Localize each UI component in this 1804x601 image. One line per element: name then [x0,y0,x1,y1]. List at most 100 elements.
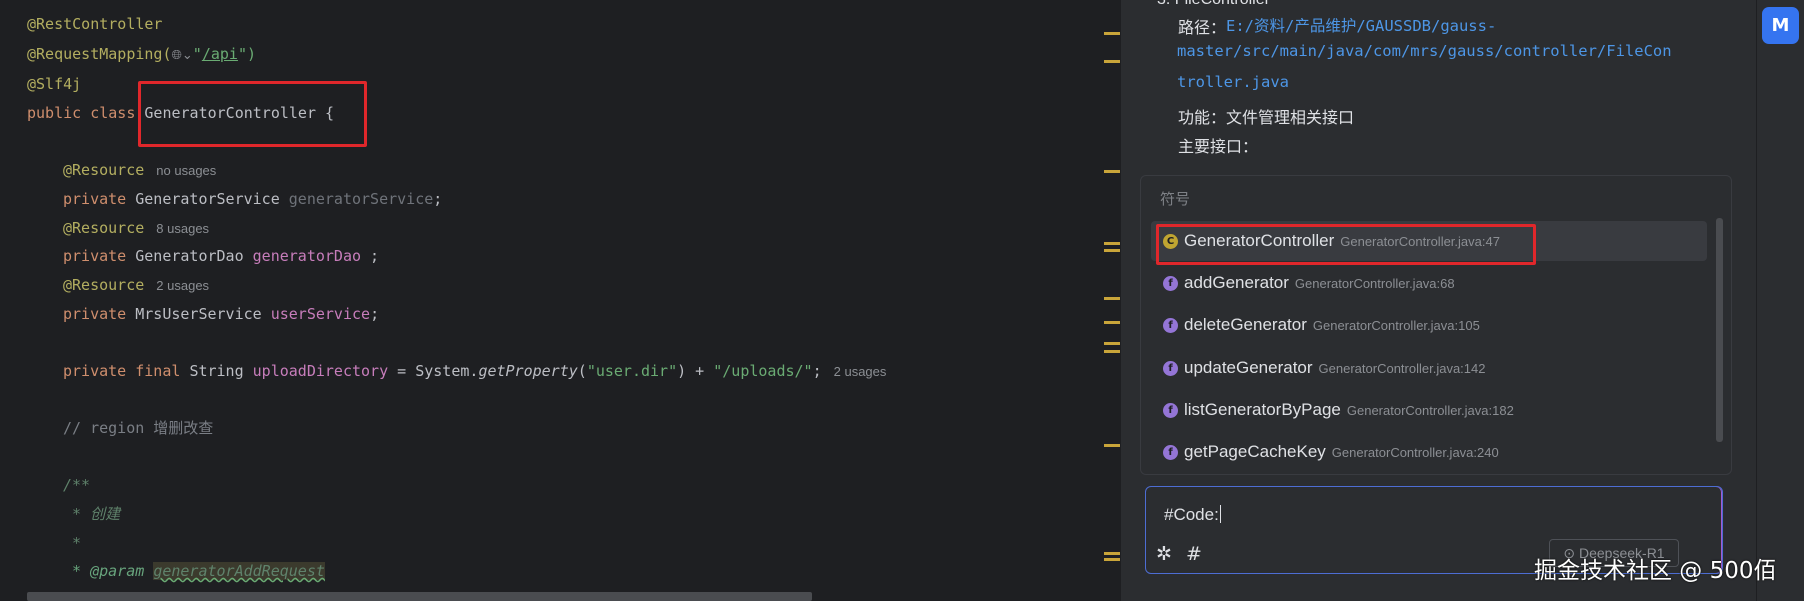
punctuation: ; [361,247,380,265]
symbol-location: GeneratorController.java:105 [1312,317,1480,333]
method-icon: f [1163,275,1178,291]
annotation: @RestController [27,15,163,33]
punctuation: ; [812,362,822,380]
gutter-marker[interactable] [1104,32,1120,35]
gutter-marker[interactable] [1104,242,1120,245]
hash-icon[interactable]: # [1186,543,1202,565]
code-line: * @param generatorAddRequest [63,557,325,585]
symbol-popup: 符号 C GeneratorController GeneratorContro… [1140,175,1732,475]
keyword: private [63,190,136,208]
symbol-item[interactable]: f addGenerator GeneratorController.java:… [1151,263,1707,303]
annotation: @Slf4j [27,75,82,93]
code-line: @Resource 8 usages [63,214,209,242]
punctuation: ; [433,190,443,208]
string-quote: ") [237,45,257,63]
type-name: MrsUserService [135,305,271,323]
doc-param-name: generatorAddRequest [153,562,325,580]
punctuation: ( [577,362,587,380]
gutter-marker[interactable] [1104,297,1120,300]
code-line: private final String uploadDirectory = S… [63,357,886,385]
code-text: = System. [388,362,479,380]
usage-hint[interactable]: 8 usages [156,221,209,236]
symbol-location: GeneratorController.java:68 [1294,275,1455,291]
field-name: uploadDirectory [252,362,389,380]
symbol-name: addGenerator [1184,273,1289,292]
punctuation: ; [370,305,380,323]
file-path-link[interactable]: E:/资料/产品维护/GAUSSDB/gauss- [1226,14,1496,36]
keyword: private [63,247,136,265]
usage-hint[interactable]: 2 usages [834,364,887,379]
method-icon: f [1163,317,1178,333]
code-line: private GeneratorService generatorServic… [63,185,442,213]
code-text: ) + [677,362,714,380]
chat-input-value: #Code: [1164,505,1219,524]
type-name: GeneratorService [135,190,289,208]
interfaces-label: 主要接口： [1178,139,1259,156]
gutter-marker[interactable] [1104,170,1120,173]
gutter-marker[interactable] [1104,444,1120,447]
symbol-item[interactable]: f getPageCacheKey GeneratorController.ja… [1151,432,1707,472]
sparkle-icon[interactable]: ✲ [1156,543,1172,565]
code-line: @Resource 2 usages [63,271,209,299]
doc-comment: * 创建 [63,505,121,523]
code-editor[interactable]: @RestController @RequestMapping(🌐︎⌄"/api… [0,0,1102,601]
horizontal-scrollbar[interactable] [27,592,812,601]
symbol-name: getPageCacheKey [1184,442,1326,461]
gutter-marker[interactable] [1104,558,1120,561]
code-line: @RequestMapping(🌐︎⌄"/api") [27,40,256,68]
code-line: private MrsUserService userService; [63,300,379,328]
chat-input-field[interactable]: #Code: [1164,505,1221,525]
file-path-link[interactable]: troller.java [1177,73,1289,91]
globe-icon[interactable]: 🌐︎⌄ [172,48,193,63]
code-line: /** [63,471,90,499]
symbol-name: deleteGenerator [1184,315,1307,334]
gutter-marker[interactable] [1104,60,1120,63]
popup-scrollbar[interactable] [1716,218,1723,442]
plugin-icon[interactable]: M [1762,7,1799,44]
method-icon: f [1163,402,1178,418]
code-line: @RestController [27,10,162,38]
symbol-item[interactable]: f deleteGenerator GeneratorController.ja… [1151,305,1707,345]
string-quote: " [192,45,202,63]
gutter-marker[interactable] [1104,321,1120,324]
symbol-item[interactable]: f updateGenerator GeneratorController.ja… [1151,348,1707,388]
gutter-marker[interactable] [1104,350,1120,353]
string-literal: "/uploads/" [713,362,813,380]
symbol-location: GeneratorController.java:240 [1331,444,1499,460]
symbol-location: GeneratorController.java:142 [1318,360,1486,376]
symbol-name: listGeneratorByPage [1184,400,1341,419]
keyword: public class [27,104,145,122]
method-icon: f [1163,360,1178,376]
type-name: String [189,362,253,380]
gutter-marker[interactable] [1104,342,1120,345]
doc-comment: /** [63,476,91,494]
gutter-marker[interactable] [1104,552,1120,555]
annotation: @Resource [63,276,145,294]
gutter-marker[interactable] [1104,249,1120,252]
symbol-name: updateGenerator [1184,358,1313,377]
watermark: 掘金技术社区 @ 500佰 [1534,558,1777,584]
field-name: generatorDao [252,247,362,265]
code-line: @Resource no usages [63,156,216,184]
file-path-link[interactable]: master/src/main/java/com/mrs/gauss/contr… [1177,42,1672,60]
doc-tag: * @param [63,562,154,580]
code-line: * 创建 [63,500,120,528]
highlight-box [1156,224,1536,265]
path-label: 路径： [1178,20,1227,37]
usage-hint[interactable]: 2 usages [156,278,209,293]
usage-hint[interactable]: no usages [156,163,216,178]
code-line: @Slf4j [27,70,81,98]
url-link[interactable]: /api [202,45,238,63]
field-name: userService [270,305,371,323]
code-line: // region 增删改查 [63,414,213,442]
response-heading: 3. FileController [1157,0,1270,9]
text-caret [1219,505,1221,523]
code-line: private GeneratorDao generatorDao ; [63,242,379,270]
keyword: private [63,305,136,323]
code-line: * [63,529,81,557]
doc-comment: * [63,534,82,552]
string-literal: "user.dir" [586,362,678,380]
symbol-item[interactable]: f listGeneratorByPage GeneratorControlle… [1151,390,1707,430]
annotation: @Resource [63,161,145,179]
keyword: private final [63,362,190,380]
